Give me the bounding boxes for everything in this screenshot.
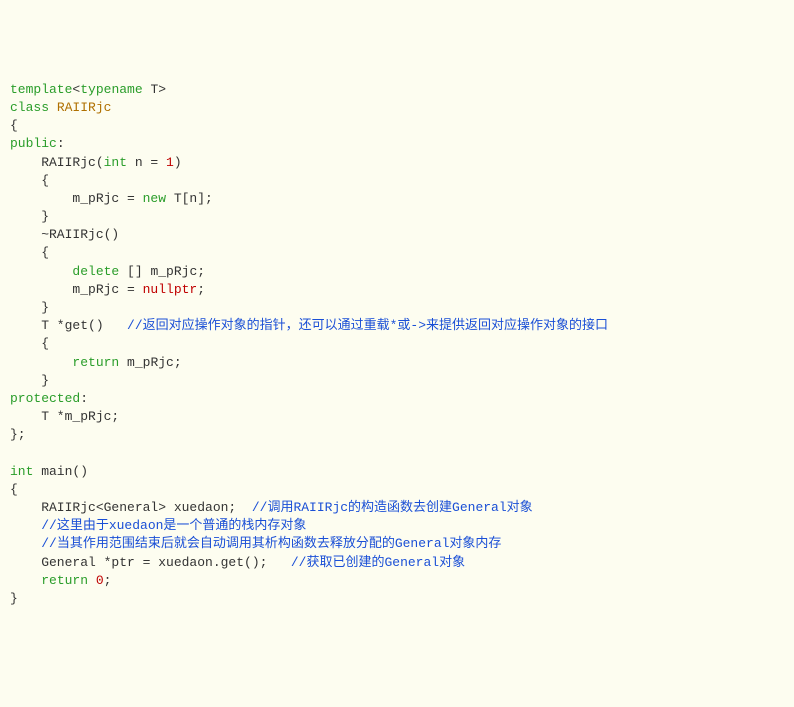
keyword-return: return (72, 355, 119, 370)
code-line: //当其作用范围结束后就会自动调用其析构函数去释放分配的General对象内存 (10, 536, 501, 551)
return-expr: m_pRjc; (119, 355, 181, 370)
keyword-delete: delete (72, 264, 119, 279)
keyword-return: return (41, 573, 88, 588)
get-decl: T *get() (10, 318, 127, 333)
nullptr: nullptr (143, 282, 198, 297)
new-expr: T[n]; (166, 191, 213, 206)
code-line: m_pRjc = nullptr; (10, 282, 205, 297)
param-n: n = (127, 155, 166, 170)
code-line: } (10, 373, 49, 388)
paren-close: ) (174, 155, 182, 170)
code-line: { (10, 336, 49, 351)
keyword-typename: typename (80, 82, 142, 97)
code-line: ~RAIIRjc() (10, 227, 119, 242)
code-line: } (10, 591, 18, 606)
code-line: { (10, 173, 49, 188)
comment: //获取已创建的General对象 (291, 555, 465, 570)
code-line: RAIIRjc(int n = 1) (10, 155, 182, 170)
code-block: template<typename T> class RAIIRjc { pub… (10, 81, 784, 608)
code-line: //这里由于xuedaon是一个普通的栈内存对象 (10, 518, 306, 533)
colon: : (57, 136, 65, 151)
indent (10, 518, 41, 533)
semicolon: ; (197, 282, 205, 297)
decl: General *ptr = xuedaon.get(); (10, 555, 291, 570)
code-line: delete [] m_pRjc; (10, 264, 205, 279)
code-line: } (10, 300, 49, 315)
assign-lhs: m_pRjc = (10, 282, 143, 297)
code-line: public: (10, 136, 65, 151)
comment: //返回对应操作对象的指针，还可以通过重载*或->来提供返回对应操作对象的接口 (127, 318, 608, 333)
keyword-int: int (104, 155, 127, 170)
tpl-param: T> (143, 82, 166, 97)
main-decl: main() (33, 464, 88, 479)
number-0: 0 (96, 573, 104, 588)
code-line: { (10, 482, 18, 497)
code-line: T *m_pRjc; (10, 409, 119, 424)
keyword-new: new (143, 191, 166, 206)
indent (10, 573, 41, 588)
decl: RAIIRjc<General> xuedaon; (10, 500, 252, 515)
code-line: class RAIIRjc (10, 100, 111, 115)
comment: //调用RAIIRjc的构造函数去创建General对象 (252, 500, 533, 515)
assign-lhs: m_pRjc = (10, 191, 143, 206)
code-line: template<typename T> (10, 82, 166, 97)
keyword-class: class (10, 100, 49, 115)
keyword-public: public (10, 136, 57, 151)
delete-expr: [] m_pRjc; (119, 264, 205, 279)
code-line: General *ptr = xuedaon.get(); //获取已创建的Ge… (10, 555, 465, 570)
indent (10, 264, 72, 279)
indent (10, 355, 72, 370)
semicolon: ; (104, 573, 112, 588)
class-name: RAIIRjc (49, 100, 111, 115)
code-line: { (10, 118, 18, 133)
code-line: { (10, 245, 49, 260)
number-1: 1 (166, 155, 174, 170)
code-line: RAIIRjc<General> xuedaon; //调用RAIIRjc的构造… (10, 500, 533, 515)
code-line: protected: (10, 391, 88, 406)
colon: : (80, 391, 88, 406)
code-line: return m_pRjc; (10, 355, 182, 370)
comment: //当其作用范围结束后就会自动调用其析构函数去释放分配的General对象内存 (41, 536, 501, 551)
keyword-int: int (10, 464, 33, 479)
code-line: T *get() //返回对应操作对象的指针，还可以通过重载*或->来提供返回对… (10, 318, 608, 333)
code-line: return 0; (10, 573, 111, 588)
code-line: } (10, 209, 49, 224)
indent (10, 536, 41, 551)
ctor-head: RAIIRjc( (10, 155, 104, 170)
keyword-protected: protected (10, 391, 80, 406)
code-line: }; (10, 427, 26, 442)
code-line: int main() (10, 464, 88, 479)
comment: //这里由于xuedaon是一个普通的栈内存对象 (41, 518, 306, 533)
keyword-template: template (10, 82, 72, 97)
code-line: m_pRjc = new T[n]; (10, 191, 213, 206)
space (88, 573, 96, 588)
